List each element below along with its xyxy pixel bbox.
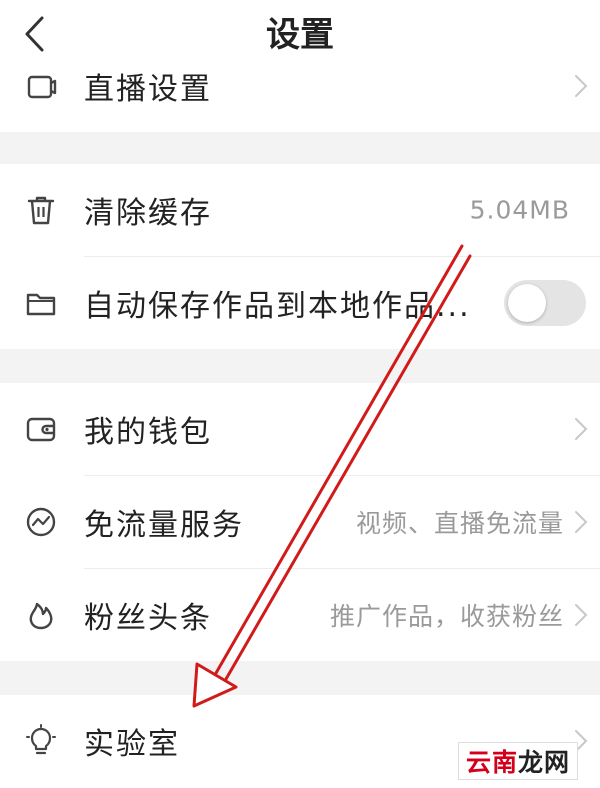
- settings-item-wallet[interactable]: 我的钱包: [0, 383, 600, 475]
- traffic-free-value: 视频、直播免流量: [355, 509, 564, 538]
- back-button[interactable]: [14, 12, 54, 56]
- settings-item-label: 我的钱包: [84, 415, 212, 450]
- section-gap: [0, 132, 600, 164]
- chevron-right-icon: [575, 604, 588, 626]
- settings-item-label: 免流量服务: [84, 508, 244, 543]
- settings-item-auto-save[interactable]: 自动保存作品到本地作品...: [0, 257, 600, 349]
- section-gap: [0, 661, 600, 695]
- flame-icon: [29, 602, 53, 630]
- section-gap: [0, 349, 600, 383]
- wallet-icon: [26, 417, 56, 442]
- traffic-icon: [26, 507, 56, 537]
- settings-item-label: 清除缓存: [84, 196, 212, 231]
- watermark-logo: 云南 龙网: [458, 742, 578, 780]
- settings-item-clear-cache[interactable]: 清除缓存 5.04MB: [0, 164, 600, 256]
- lightbulb-icon: [26, 724, 56, 755]
- folder-icon: [26, 293, 56, 316]
- settings-item-traffic-free[interactable]: 免流量服务 视频、直播免流量: [0, 476, 600, 568]
- chevron-right-icon: [575, 511, 588, 533]
- fans-headline-value: 推广作品，收获粉丝: [329, 602, 564, 631]
- back-chevron-icon: [25, 16, 44, 52]
- settings-item-fans-headline[interactable]: 粉丝头条 推广作品，收获粉丝: [0, 569, 600, 661]
- watermark-text-a: 云南: [465, 748, 518, 777]
- watermark-text-b: 龙网: [518, 748, 571, 777]
- settings-item-label: 直播设置: [84, 72, 212, 107]
- trash-icon: [27, 196, 55, 225]
- chevron-right-icon: [575, 418, 588, 440]
- auto-save-toggle[interactable]: [504, 280, 586, 326]
- page-title: 设置: [266, 15, 334, 55]
- header-bar: 设置: [0, 0, 600, 70]
- toggle-knob: [508, 284, 546, 322]
- settings-item-label: 实验室: [84, 727, 180, 762]
- cache-size-value: 5.04MB: [469, 195, 570, 225]
- settings-item-label: 粉丝头条: [84, 601, 212, 636]
- settings-item-label: 自动保存作品到本地作品...: [84, 289, 471, 324]
- tv-icon: [27, 75, 57, 99]
- chevron-right-icon: [575, 75, 588, 97]
